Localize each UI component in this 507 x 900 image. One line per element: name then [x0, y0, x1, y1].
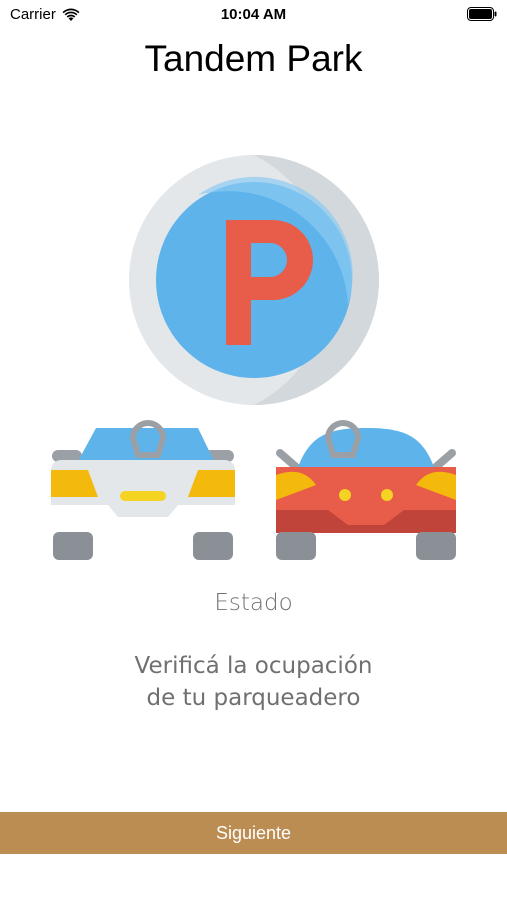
parking-illustration-icon — [51, 155, 456, 560]
red-car-icon — [276, 420, 456, 560]
status-bar: Carrier 10:04 AM — [0, 0, 507, 30]
parking-sign-icon — [129, 155, 379, 405]
battery-icon — [467, 7, 497, 21]
app-title: Tandem Park — [144, 38, 363, 79]
description-line-2: de tu parqueadero — [146, 685, 361, 711]
section-title: Estado — [214, 590, 293, 616]
white-car-icon — [51, 420, 235, 560]
next-button[interactable]: Siguiente — [0, 812, 507, 854]
description-text: Verificá la ocupación de tu parqueadero — [0, 650, 507, 714]
status-time: 10:04 AM — [220, 6, 287, 23]
description-line-1: Verificá la ocupación — [134, 653, 373, 679]
